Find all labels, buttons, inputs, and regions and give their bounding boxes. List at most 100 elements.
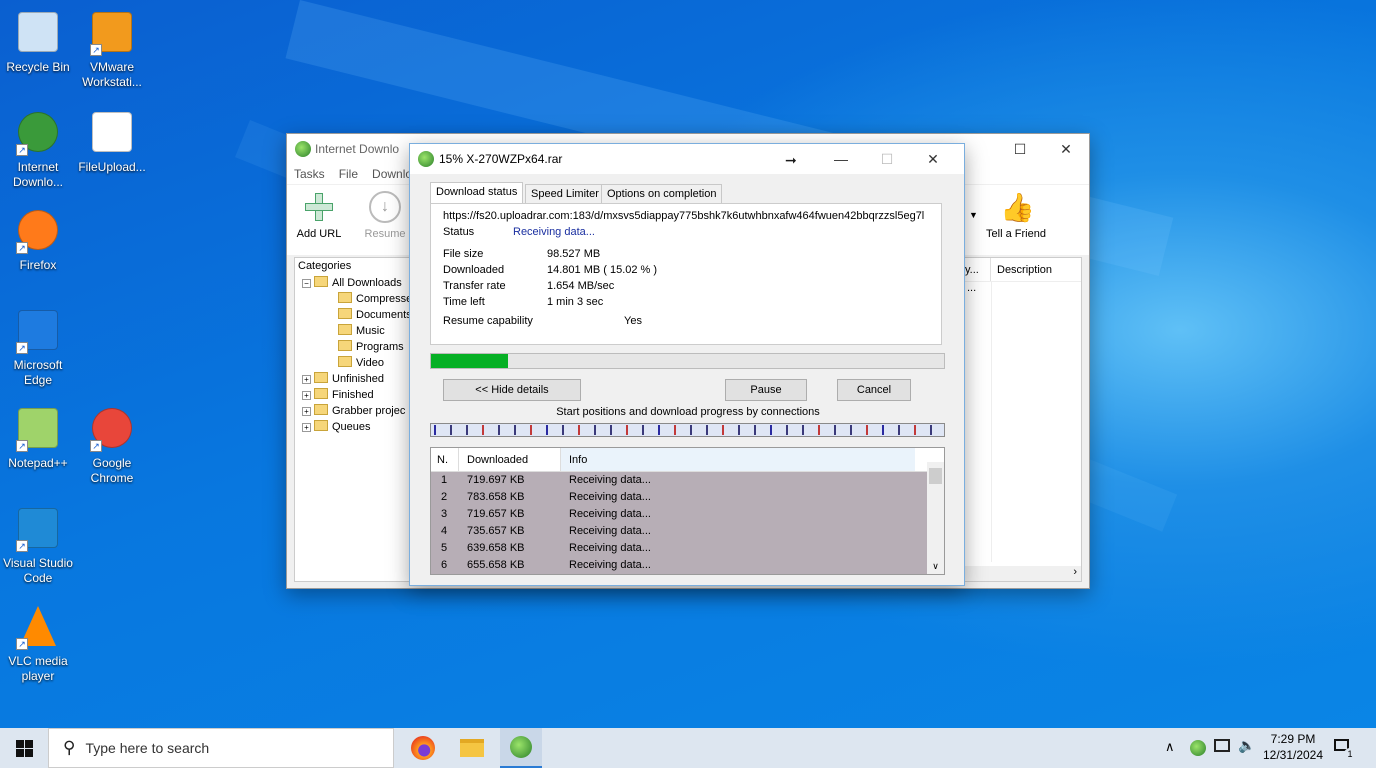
- close-button[interactable]: ✕: [910, 144, 956, 174]
- add-url-button[interactable]: Add URL: [295, 191, 343, 240]
- desktop-icon[interactable]: FileUpload...: [74, 110, 150, 175]
- pause-button[interactable]: Pause: [725, 379, 807, 401]
- connection-marker: [914, 425, 916, 435]
- status-value: Receiving data...: [513, 226, 595, 238]
- table-row[interactable]: 6 655.658 KB Receiving data...: [431, 557, 927, 574]
- tree-all-downloads[interactable]: − All Downloads: [298, 275, 408, 291]
- dialog-titlebar[interactable]: 15% X-270WZPx64.rar ➞ — ☐ ✕: [410, 144, 964, 174]
- close-button[interactable]: ✕: [1043, 134, 1089, 164]
- expand-icon[interactable]: −: [302, 279, 311, 288]
- expand-icon[interactable]: +: [302, 423, 311, 432]
- column-header-description[interactable]: Description: [991, 258, 1052, 281]
- column-header-1[interactable]: y...: [965, 258, 991, 281]
- table-row[interactable]: 4 735.657 KB Receiving data...: [431, 523, 927, 540]
- firefox-icon: ↗: [16, 210, 60, 254]
- horizontal-scrollbar[interactable]: ›: [965, 566, 1081, 581]
- list-row-cell[interactable]: ...: [965, 282, 1081, 296]
- folder-icon: [314, 404, 328, 415]
- taskbar-idm[interactable]: [500, 728, 542, 768]
- status-label: Status: [443, 226, 475, 238]
- menu-file[interactable]: File: [339, 167, 358, 181]
- clock[interactable]: 7:29 PM 12/31/2024: [1258, 731, 1328, 763]
- shortcut-arrow-icon: ↗: [16, 242, 28, 254]
- menu-downloads[interactable]: Downlo: [372, 167, 412, 181]
- idm-tray-icon[interactable]: [1190, 740, 1206, 756]
- notification-button[interactable]: 1: [1330, 736, 1356, 760]
- connection-marker: [786, 425, 788, 435]
- desktop-icon[interactable]: ↗ Google Chrome: [74, 406, 150, 486]
- column-header-info[interactable]: Info: [561, 448, 915, 471]
- desktop-icon[interactable]: ↗ VLC media player: [0, 604, 76, 684]
- volume-muted-icon[interactable]: 🔈: [1238, 737, 1255, 754]
- show-hidden-icons-icon[interactable]: ∧: [1165, 739, 1175, 755]
- tree-music[interactable]: Music: [298, 323, 408, 339]
- minimize-button[interactable]: —: [818, 144, 864, 174]
- tree-queues[interactable]: + Queues: [298, 419, 408, 435]
- vertical-scrollbar[interactable]: ∨: [927, 462, 944, 574]
- connection-marker: [818, 425, 820, 435]
- table-row[interactable]: 3 719.657 KB Receiving data...: [431, 506, 927, 523]
- tree-unfinished[interactable]: + Unfinished: [298, 371, 408, 387]
- tab-download-status[interactable]: Download status: [430, 182, 524, 204]
- desktop-icon[interactable]: ↗ Internet Downlo...: [0, 110, 76, 190]
- desktop-icon-label: Notepad++: [8, 456, 68, 470]
- tree-item-label: Queues: [332, 421, 371, 433]
- taskbar-file-explorer[interactable]: [452, 728, 492, 768]
- column-header-downloaded[interactable]: Downloaded: [459, 448, 561, 471]
- connection-marker: [482, 425, 484, 435]
- connection-marker: [610, 425, 612, 435]
- vlc-icon: ↗: [16, 606, 60, 650]
- network-icon[interactable]: [1214, 739, 1230, 752]
- table-row[interactable]: 5 639.658 KB Receiving data...: [431, 540, 927, 557]
- connection-marker: [674, 425, 676, 435]
- desktop-icon-label: FileUpload...: [78, 160, 146, 174]
- vscode-icon: ↗: [16, 508, 60, 552]
- desktop-icon[interactable]: ↗ VMware Workstati...: [74, 10, 150, 90]
- cancel-button[interactable]: Cancel: [837, 379, 911, 401]
- menu-tasks[interactable]: Tasks: [294, 167, 325, 181]
- transfer-rate-label: Transfer rate: [443, 280, 506, 292]
- expand-icon[interactable]: +: [302, 375, 311, 384]
- desktop-icon[interactable]: ↗ Firefox: [0, 208, 76, 273]
- desktop-icon[interactable]: ↗ Visual Studio Code: [0, 506, 76, 586]
- tab-options-on-completion[interactable]: Options on completion: [601, 184, 723, 204]
- vmware-icon: ↗: [90, 12, 134, 56]
- tell-a-friend-button[interactable]: 👍 Tell a Friend: [981, 191, 1051, 240]
- maximize-button[interactable]: ☐: [997, 134, 1043, 164]
- tree-item-label: Unfinished: [332, 373, 384, 385]
- expand-icon[interactable]: +: [302, 407, 311, 416]
- tree-item-label: All Downloads: [332, 277, 402, 289]
- cell-downloaded: 719.697 KB: [467, 474, 525, 486]
- tree-finished[interactable]: + Finished: [298, 387, 408, 403]
- desktop-icon-label: Firefox: [19, 258, 57, 272]
- tab-speed-limiter[interactable]: Speed Limiter: [525, 184, 605, 204]
- table-row[interactable]: 2 783.658 KB Receiving data...: [431, 489, 927, 506]
- table-row[interactable]: 1 719.697 KB Receiving data...: [431, 472, 927, 489]
- expand-icon[interactable]: +: [302, 391, 311, 400]
- search-box[interactable]: ⚲ Type here to search: [48, 728, 394, 768]
- connections-bar: [430, 423, 945, 437]
- tree-compressed[interactable]: Compresse: [298, 291, 412, 307]
- scroll-thumb[interactable]: [929, 468, 942, 484]
- download-url: https://fs20.uploadrar.com:183/d/mxsvs5d…: [443, 210, 925, 222]
- column-header-number[interactable]: N.: [431, 448, 459, 471]
- connection-marker: [658, 425, 660, 435]
- desktop-icon[interactable]: Recycle Bin: [0, 10, 76, 75]
- tree-documents[interactable]: Documents: [298, 307, 412, 323]
- shortcut-arrow-icon: ↗: [90, 44, 102, 56]
- desktop-icon[interactable]: ↗ Microsoft Edge: [0, 308, 76, 388]
- tree-video[interactable]: Video: [298, 355, 408, 371]
- file-size-value: 98.527 MB: [547, 248, 601, 260]
- start-button[interactable]: [0, 728, 48, 768]
- resume-button[interactable]: ↓ Resume: [361, 191, 409, 240]
- connection-marker: [706, 425, 708, 435]
- desktop-icon[interactable]: ↗ Notepad++: [0, 406, 76, 471]
- hide-details-button[interactable]: << Hide details: [443, 379, 581, 401]
- taskbar-firefox[interactable]: [403, 728, 443, 768]
- tree-programs[interactable]: Programs: [298, 339, 408, 355]
- dropdown-arrow-icon[interactable]: ▼: [969, 210, 978, 220]
- dialog-title: 15% X-270WZPx64.rar: [439, 152, 563, 166]
- maximize-button[interactable]: ☐: [864, 144, 910, 174]
- tree-grabber-projects[interactable]: + Grabber projec: [298, 403, 408, 419]
- scroll-down-arrow-icon[interactable]: ∨: [927, 561, 944, 572]
